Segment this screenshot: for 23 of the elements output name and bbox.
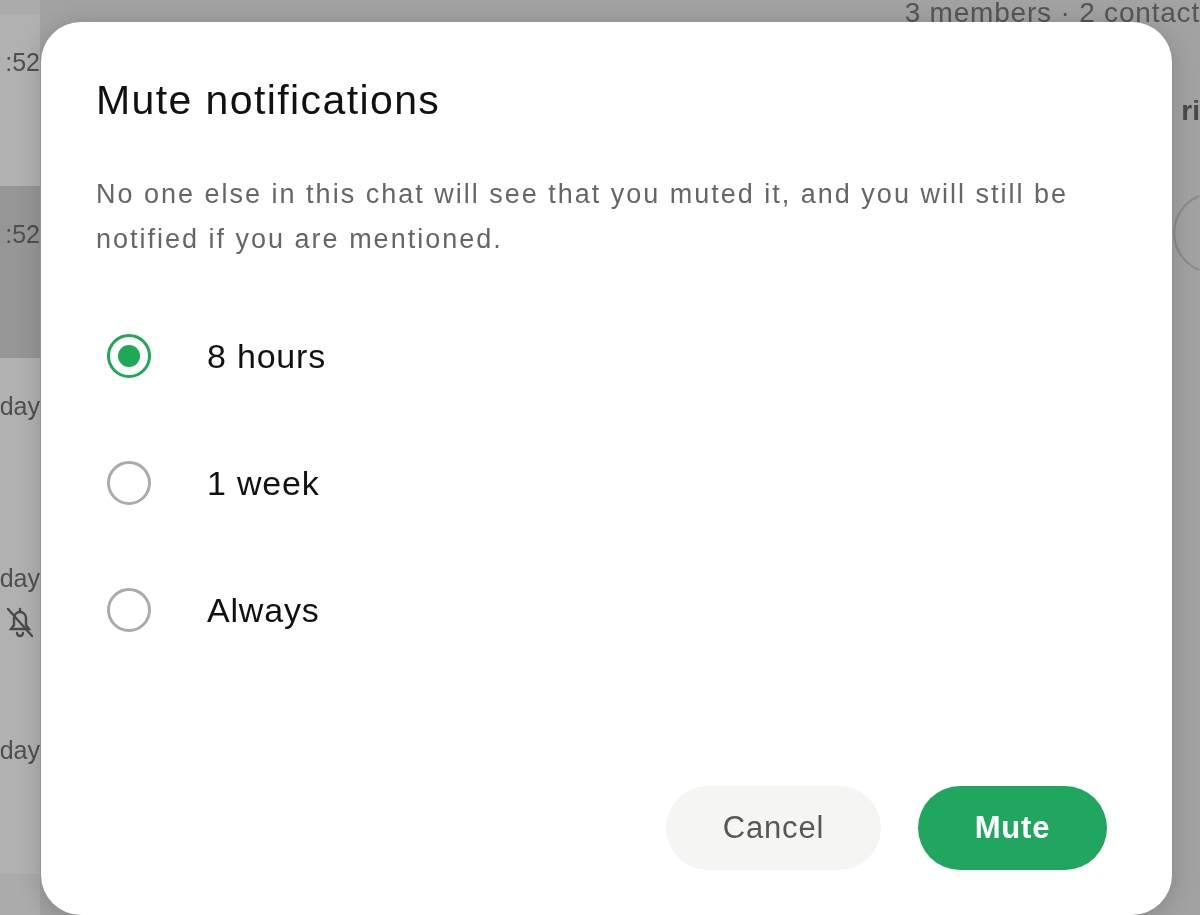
chat-time: day [0,392,40,420]
panel-text: ri [1181,96,1200,126]
dialog-title: Mute notifications [96,76,442,124]
chat-time: :52 [5,220,40,248]
chat-list-item[interactable]: day [0,358,40,530]
chat-list-item[interactable]: day [0,702,40,874]
mute-button[interactable]: Mute [918,786,1107,870]
cancel-button[interactable]: Cancel [666,786,881,870]
ring-icon [1173,194,1200,272]
radio-button[interactable] [107,461,151,505]
option-label: 1 week [207,463,320,504]
option-label: 8 hours [207,336,326,377]
radio-button[interactable] [107,334,151,378]
chat-list-item[interactable]: :52 [0,14,40,186]
radio-button[interactable] [107,588,151,632]
dialog-description: No one else in this chat will see that you muted it, and you will still be notified if you are mentioned. [96,178,1069,256]
option-label: Always [207,590,320,631]
group-subtitle: 3 members · 2 contact [904,0,1200,24]
chat-time: day [0,736,40,764]
chat-time: :52 [5,48,40,76]
chat-list-item[interactable]: :52 [0,186,40,358]
chat-time: day [0,564,40,592]
chat-list-item[interactable]: day [0,530,40,702]
